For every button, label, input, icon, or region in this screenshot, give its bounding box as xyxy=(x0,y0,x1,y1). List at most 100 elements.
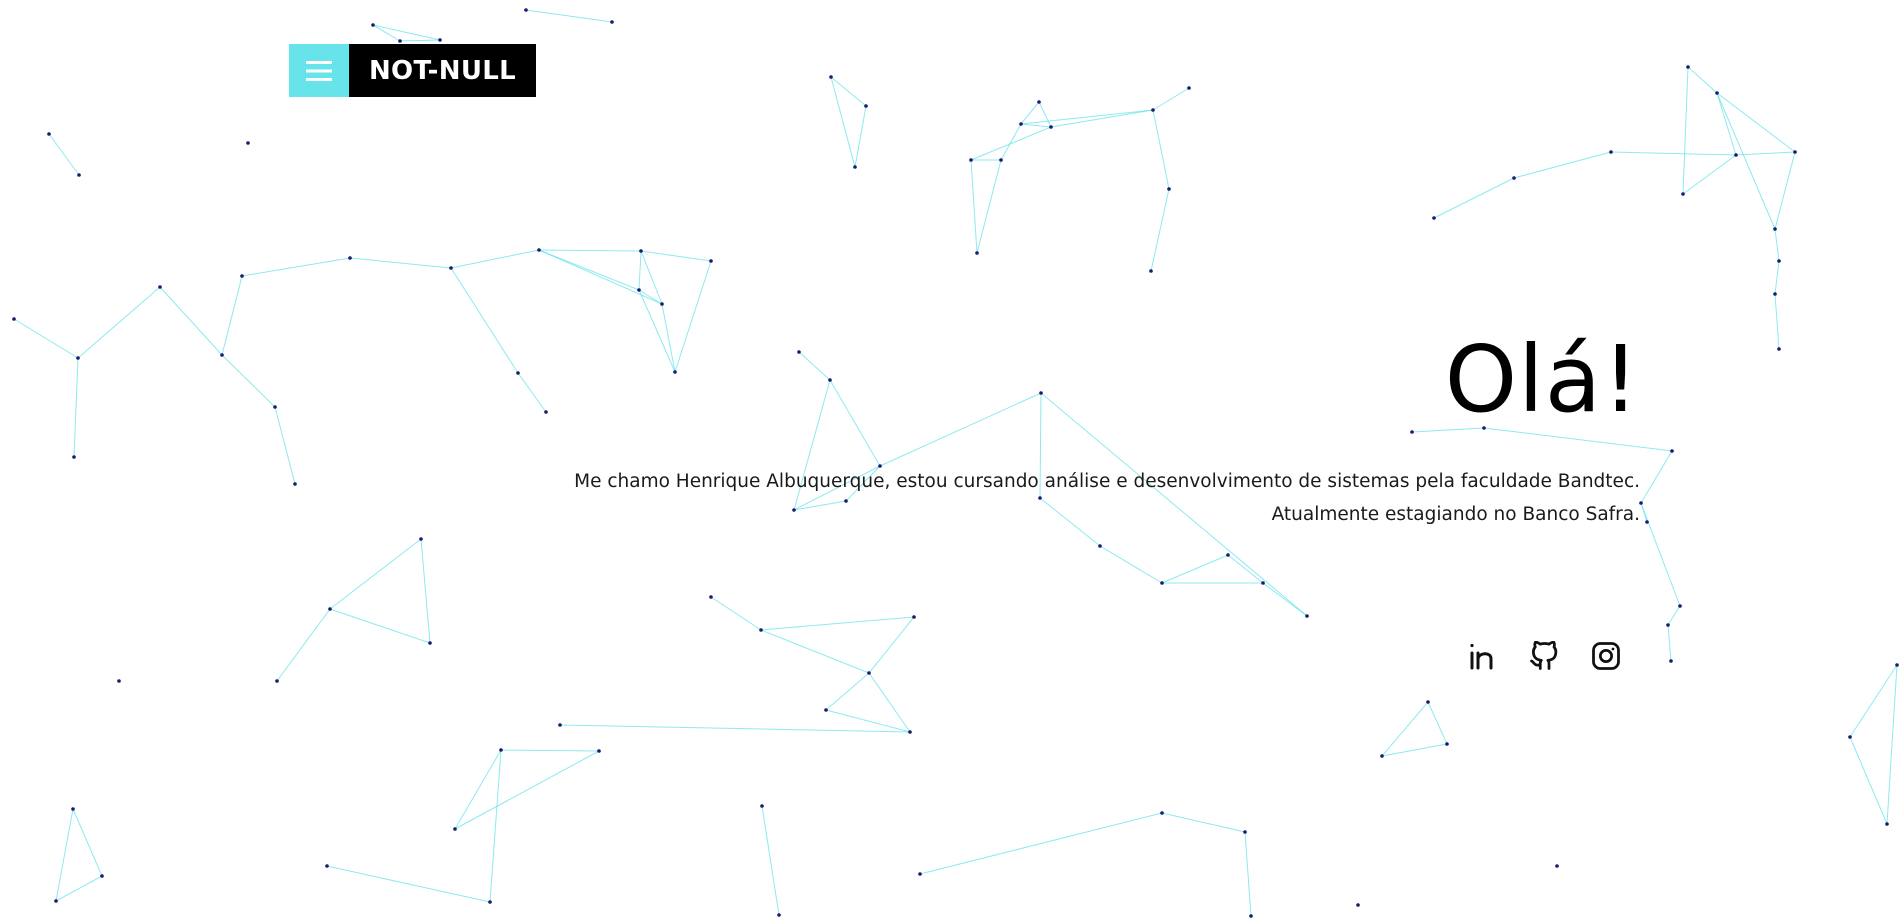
network-node xyxy=(100,874,104,878)
particle-network-background xyxy=(12,8,1899,918)
network-node xyxy=(71,807,75,811)
network-node xyxy=(453,827,457,831)
network-link xyxy=(274,406,296,485)
brand-logo[interactable]: NOT-NULL xyxy=(349,44,536,97)
network-node xyxy=(759,628,763,632)
network-node xyxy=(853,165,857,169)
hero-description-line-1: Me chamo Henrique Albuquerque, estou cur… xyxy=(574,471,1640,492)
network-link xyxy=(1381,743,1448,757)
network-node xyxy=(1669,659,1673,663)
network-link xyxy=(1513,151,1612,179)
network-node xyxy=(1151,108,1155,112)
network-link xyxy=(1682,154,1737,195)
network-node xyxy=(1773,227,1777,231)
network-node xyxy=(1039,391,1043,395)
network-node xyxy=(999,158,1003,162)
network-node xyxy=(1681,192,1685,196)
network-node xyxy=(1160,581,1164,585)
network-link xyxy=(489,749,502,903)
network-link xyxy=(559,724,911,733)
network-link xyxy=(760,629,870,674)
network-node xyxy=(1243,830,1247,834)
network-node xyxy=(293,482,297,486)
network-node xyxy=(1380,754,1384,758)
network-node xyxy=(975,251,979,255)
network-node xyxy=(371,23,375,27)
network-link xyxy=(1667,605,1681,626)
network-link xyxy=(454,750,600,830)
network-node xyxy=(1777,259,1781,263)
network-node xyxy=(797,350,801,354)
network-link xyxy=(221,275,243,356)
network-link xyxy=(1038,101,1052,128)
network-node xyxy=(1226,553,1230,557)
network-node xyxy=(912,615,916,619)
network-node xyxy=(673,370,677,374)
network-node xyxy=(660,302,664,306)
network-link xyxy=(825,672,870,711)
network-link xyxy=(538,249,640,291)
network-link xyxy=(798,351,831,381)
network-link xyxy=(1774,151,1796,230)
network-node xyxy=(1249,914,1253,918)
network-node xyxy=(1666,623,1670,627)
network-node xyxy=(537,248,541,252)
network-node xyxy=(709,259,713,263)
instagram-icon xyxy=(1591,641,1621,671)
network-link xyxy=(241,257,351,277)
network-link xyxy=(1640,450,1673,504)
network-node xyxy=(438,38,442,42)
network-link xyxy=(1640,502,1681,607)
social-links xyxy=(1466,640,1622,672)
network-link xyxy=(1716,92,1737,156)
network-link xyxy=(1427,701,1448,745)
network-node xyxy=(558,723,562,727)
network-link xyxy=(638,250,642,291)
network-link xyxy=(454,749,502,830)
network-link xyxy=(970,126,1052,161)
network-link xyxy=(674,260,712,373)
network-link xyxy=(879,392,1042,467)
network-node xyxy=(1049,125,1053,129)
network-node xyxy=(428,641,432,645)
network-link xyxy=(761,805,780,916)
network-link xyxy=(1381,701,1429,757)
network-link xyxy=(450,267,519,374)
network-link xyxy=(1716,92,1776,230)
network-node xyxy=(1410,430,1414,434)
github-link[interactable] xyxy=(1528,640,1560,672)
network-link xyxy=(1849,664,1898,738)
instagram-link[interactable] xyxy=(1590,640,1622,672)
linkedin-link[interactable] xyxy=(1466,640,1498,672)
network-node xyxy=(709,595,713,599)
network-node xyxy=(524,8,528,12)
network-link xyxy=(1433,177,1515,219)
network-link xyxy=(976,159,1002,254)
page: NOT-NULL Olá! Me chamo Henrique Albuquer… xyxy=(0,0,1904,919)
network-link xyxy=(919,812,1163,875)
network-link xyxy=(1886,664,1898,825)
network-node xyxy=(1305,614,1309,618)
network-node xyxy=(1773,292,1777,296)
network-link xyxy=(372,24,401,42)
network-link xyxy=(1020,109,1154,125)
network-node xyxy=(1670,449,1674,453)
network-node xyxy=(1037,100,1041,104)
network-node xyxy=(918,872,922,876)
network-node xyxy=(777,913,781,917)
network-link xyxy=(1227,554,1264,584)
network-node xyxy=(1356,903,1360,907)
network-node xyxy=(1848,735,1852,739)
hero-description-line-2: Atualmente estagiando no Banco Safra. xyxy=(1271,504,1640,525)
menu-button[interactable] xyxy=(289,44,349,97)
network-node xyxy=(760,804,764,808)
network-node xyxy=(1793,150,1797,154)
network-node xyxy=(597,749,601,753)
network-link xyxy=(1774,260,1780,295)
network-node xyxy=(117,679,121,683)
network-link xyxy=(1020,101,1040,125)
network-node xyxy=(828,378,832,382)
network-node xyxy=(1426,700,1430,704)
network-node xyxy=(829,75,833,79)
network-node xyxy=(1019,122,1023,126)
